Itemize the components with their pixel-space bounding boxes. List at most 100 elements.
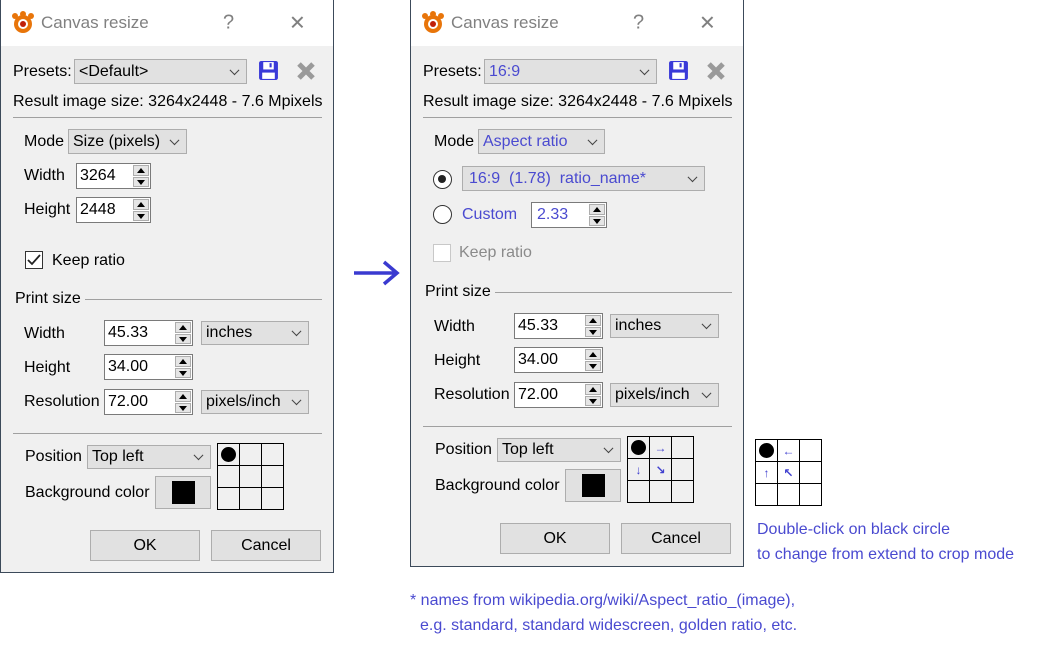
print-width-spinbox[interactable]: 45.33 xyxy=(104,320,193,346)
help-button[interactable]: ? xyxy=(633,12,644,35)
mode-dropdown[interactable]: Size (pixels) xyxy=(68,129,187,154)
note-line-2: to change from extend to crop mode xyxy=(757,546,1015,563)
height-label: Height xyxy=(24,201,71,218)
keep-ratio-checkbox-disabled xyxy=(433,244,451,262)
print-size-heading: Print size xyxy=(425,283,491,300)
resolution-unit-dropdown[interactable]: pixels/inch xyxy=(610,383,719,407)
delete-preset-icon[interactable] xyxy=(296,61,316,81)
arrow-down-icon[interactable]: ↓ xyxy=(628,459,650,481)
close-button[interactable]: ✕ xyxy=(699,11,716,36)
spin-down-icon[interactable] xyxy=(585,395,601,406)
cancel-button[interactable]: Cancel xyxy=(621,523,731,554)
anchor-cell[interactable] xyxy=(672,459,694,481)
chevron-down-icon xyxy=(229,64,240,75)
spin-down-icon[interactable] xyxy=(175,402,191,413)
custom-ratio-radio[interactable] xyxy=(433,205,452,224)
result-size-text: Result image size: 3264x2448 - 7.6 Mpixe… xyxy=(13,93,323,110)
spin-down-icon[interactable] xyxy=(175,367,191,378)
spin-up-icon[interactable] xyxy=(585,349,601,360)
anchor-cell[interactable] xyxy=(262,466,284,488)
print-width-spinbox[interactable]: 45.33 xyxy=(514,313,603,339)
ratio-dropdown[interactable]: 16:9 (1.78) ratio_name* xyxy=(462,166,705,191)
anchor-cell[interactable] xyxy=(628,481,650,503)
anchor-cell[interactable] xyxy=(218,466,240,488)
anchor-cell[interactable] xyxy=(240,466,262,488)
anchor-dot-icon[interactable] xyxy=(221,447,236,462)
resolution-spinbox[interactable]: 72.00 xyxy=(104,389,193,415)
spin-down-icon[interactable] xyxy=(585,326,601,337)
divider xyxy=(13,433,322,434)
anchor-cell[interactable] xyxy=(218,488,240,510)
anchor-cell xyxy=(778,484,800,506)
anchor-cell[interactable] xyxy=(240,488,262,510)
arrow-down-right-icon[interactable]: ↘ xyxy=(650,459,672,481)
mode-dropdown[interactable]: Aspect ratio xyxy=(478,129,605,154)
ok-button[interactable]: OK xyxy=(500,523,610,554)
save-preset-icon[interactable] xyxy=(258,60,279,81)
width-unit-dropdown[interactable]: inches xyxy=(201,321,309,345)
custom-ratio-spinbox[interactable]: 2.33 xyxy=(531,202,607,228)
divider xyxy=(85,299,322,300)
spin-up-icon[interactable] xyxy=(175,322,191,333)
spin-up-icon[interactable] xyxy=(175,356,191,367)
anchor-grid[interactable] xyxy=(217,443,284,510)
delete-preset-icon[interactable] xyxy=(706,61,726,81)
help-button[interactable]: ? xyxy=(223,12,234,35)
anchor-cell[interactable] xyxy=(262,488,284,510)
footnote-line-2: e.g. standard, standard widescreen, gold… xyxy=(420,617,798,634)
spin-up-icon[interactable] xyxy=(175,391,191,402)
spin-up-icon[interactable] xyxy=(133,199,149,210)
spin-down-icon[interactable] xyxy=(589,215,605,226)
keep-ratio-checkbox[interactable] xyxy=(25,251,43,269)
spin-up-icon[interactable] xyxy=(589,204,605,215)
anchor-dot-icon[interactable] xyxy=(631,440,646,455)
color-swatch xyxy=(171,481,195,504)
width-unit-dropdown[interactable]: inches xyxy=(610,314,719,338)
anchor-cell[interactable] xyxy=(240,444,262,466)
anchor-cell[interactable] xyxy=(672,437,694,459)
resolution-unit-dropdown[interactable]: pixels/inch xyxy=(201,390,309,414)
ok-button[interactable]: OK xyxy=(90,530,200,561)
background-color-label: Background color xyxy=(25,484,150,501)
close-button[interactable]: ✕ xyxy=(289,11,306,36)
print-height-spinbox[interactable]: 34.00 xyxy=(104,354,193,380)
anchor-cell[interactable] xyxy=(650,481,672,503)
spin-down-icon[interactable] xyxy=(133,176,149,187)
position-dropdown[interactable]: Top left xyxy=(497,438,621,462)
anchor-cell[interactable] xyxy=(218,444,240,466)
presets-dropdown[interactable]: <Default> xyxy=(74,59,247,84)
spin-up-icon[interactable] xyxy=(585,315,601,326)
keep-ratio-label: Keep ratio xyxy=(459,244,532,261)
background-color-button[interactable] xyxy=(565,469,621,502)
anchor-cell[interactable] xyxy=(262,444,284,466)
spin-down-icon[interactable] xyxy=(175,333,191,344)
divider xyxy=(13,117,322,118)
arrow-right-icon[interactable]: → xyxy=(650,437,672,459)
width-spinbox[interactable]: 3264 xyxy=(76,163,151,189)
save-preset-icon[interactable] xyxy=(668,60,689,81)
presets-dropdown[interactable]: 16:9 xyxy=(484,59,657,84)
anchor-cell[interactable] xyxy=(672,481,694,503)
anchor-cell xyxy=(800,440,822,462)
chevron-down-icon xyxy=(687,171,698,182)
resolution-spinbox[interactable]: 72.00 xyxy=(514,382,603,408)
note-line-1: Double-click on black circle xyxy=(757,521,950,538)
spin-up-icon[interactable] xyxy=(585,384,601,395)
divider xyxy=(495,292,732,293)
anchor-grid[interactable]: → ↓ ↘ xyxy=(627,436,694,503)
height-spinbox[interactable]: 2448 xyxy=(76,197,151,223)
chevron-down-icon xyxy=(587,134,598,145)
width-label: Width xyxy=(24,167,65,184)
position-dropdown[interactable]: Top left xyxy=(87,445,211,469)
print-width-label: Width xyxy=(434,318,475,335)
background-color-button[interactable] xyxy=(155,476,211,509)
spin-down-icon[interactable] xyxy=(133,210,149,221)
spin-up-icon[interactable] xyxy=(133,165,149,176)
ratio-preset-radio[interactable] xyxy=(433,170,452,189)
arrow-up-left-icon: ↖ xyxy=(778,462,800,484)
spin-down-icon[interactable] xyxy=(585,360,601,371)
cancel-button[interactable]: Cancel xyxy=(211,530,321,561)
print-height-spinbox[interactable]: 34.00 xyxy=(514,347,603,373)
arrow-left-icon: ← xyxy=(778,440,800,462)
anchor-cell[interactable] xyxy=(628,437,650,459)
